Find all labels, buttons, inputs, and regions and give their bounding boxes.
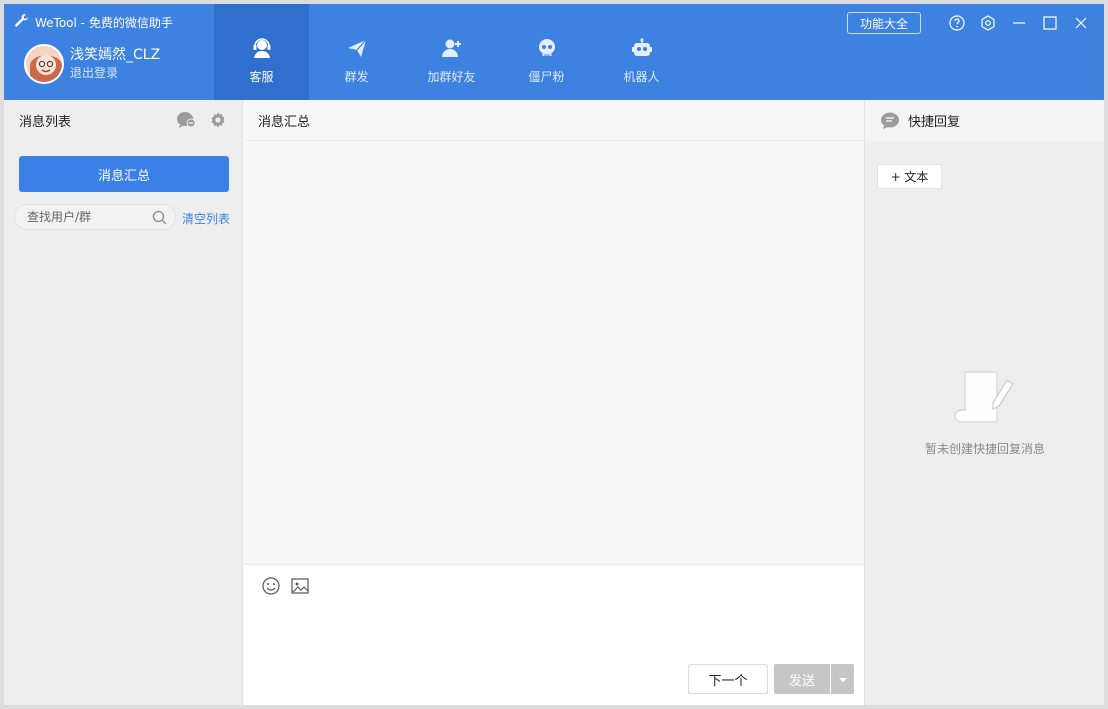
send-plane-icon <box>346 36 368 60</box>
next-button[interactable]: 下一个 <box>688 664 768 694</box>
search-icon[interactable] <box>152 210 167 229</box>
logout-link[interactable]: 退出登录 <box>70 64 160 82</box>
tab-robot[interactable]: 机器人 <box>594 4 689 100</box>
send-button[interactable]: 发送 <box>774 664 830 694</box>
empty-note-icon <box>949 368 1021 432</box>
customer-service-icon <box>251 36 273 60</box>
tab-label: 僵尸粉 <box>528 70 565 84</box>
maximize-icon[interactable] <box>1041 14 1059 32</box>
help-icon[interactable] <box>948 14 966 32</box>
skull-icon <box>536 36 558 60</box>
gear-icon[interactable] <box>208 110 228 130</box>
message-input[interactable] <box>258 605 848 657</box>
window-controls: 功能大全 <box>846 12 1090 34</box>
quick-reply-header: 快捷回复 <box>865 100 1104 141</box>
conversation-header: 消息汇总 <box>244 100 864 141</box>
tab-label: 群发 <box>344 70 369 84</box>
minimize-icon[interactable] <box>1010 14 1028 32</box>
message-list-panel: 消息列表 消息汇总 清空列表 <box>4 100 243 705</box>
clear-chat-icon[interactable] <box>176 110 196 130</box>
image-icon[interactable] <box>289 575 311 597</box>
app-header: WeTool - 免费的微信助手 浅笑嫣然_CLZ 退出登录 客服 群发 加群好… <box>4 4 1104 100</box>
app-title-bar: WeTool - 免费的微信助手 <box>14 13 173 31</box>
robot-icon <box>631 36 653 60</box>
tab-mass-send[interactable]: 群发 <box>309 4 404 100</box>
tab-add-friends[interactable]: 加群好友 <box>404 4 499 100</box>
conversation-panel: 消息汇总 下一个 发送 <box>244 100 864 705</box>
user-name: 浅笑嫣然_CLZ <box>70 47 161 63</box>
message-summary-button[interactable]: 消息汇总 <box>19 156 229 192</box>
main-nav: 客服 群发 加群好友 僵尸粉 机器人 <box>214 4 689 100</box>
wrench-icon <box>14 13 35 31</box>
user-profile: 浅笑嫣然_CLZ 退出登录 <box>24 44 160 84</box>
quick-reply-panel: 快捷回复 + 文本 暂未创建快捷回复消息 <box>864 100 1104 705</box>
chevron-down-icon <box>838 672 848 687</box>
app-window: WeTool - 免费的微信助手 浅笑嫣然_CLZ 退出登录 客服 群发 加群好… <box>4 4 1104 705</box>
tab-label: 客服 <box>249 70 274 84</box>
compose-area: 下一个 发送 <box>244 564 864 705</box>
tab-customer-service[interactable]: 客服 <box>214 4 309 100</box>
tab-label: 加群好友 <box>427 70 476 84</box>
send-options-button[interactable] <box>831 664 854 694</box>
message-list-header: 消息列表 <box>4 100 242 140</box>
search-input[interactable] <box>27 210 145 224</box>
search-box <box>14 204 176 230</box>
app-title: WeTool - 免费的微信助手 <box>35 15 173 30</box>
all-features-button[interactable]: 功能大全 <box>846 12 921 34</box>
tab-label: 机器人 <box>623 70 660 84</box>
settings-icon[interactable] <box>979 14 997 32</box>
chat-bubble-icon <box>880 112 900 130</box>
add-text-button[interactable]: + 文本 <box>877 164 942 189</box>
avatar[interactable] <box>24 44 64 84</box>
empty-state-text: 暂未创建快捷回复消息 <box>924 442 1045 456</box>
emoji-icon[interactable] <box>260 575 282 597</box>
message-area <box>244 141 864 564</box>
quick-reply-title: 快捷回复 <box>908 115 961 130</box>
close-icon[interactable] <box>1072 14 1090 32</box>
compose-toolbar <box>260 575 318 597</box>
clear-list-link[interactable]: 清空列表 <box>182 210 230 227</box>
message-list-title: 消息列表 <box>19 114 72 130</box>
tab-zombie-fans[interactable]: 僵尸粉 <box>499 4 594 100</box>
add-friend-icon <box>441 36 463 60</box>
conversation-title: 消息汇总 <box>258 114 311 130</box>
